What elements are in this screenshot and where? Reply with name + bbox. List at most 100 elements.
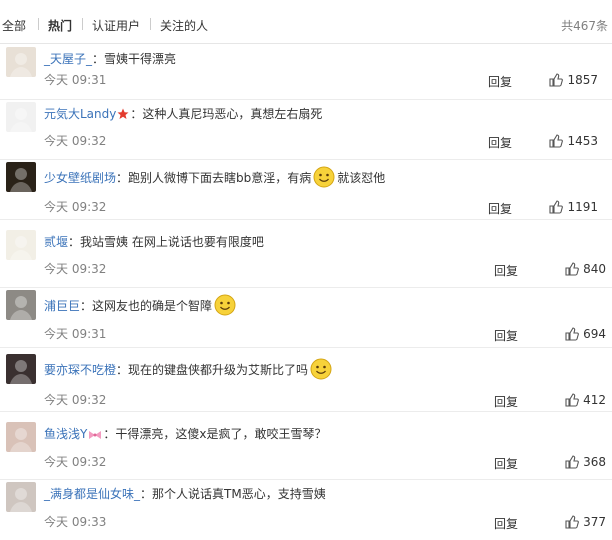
comment-timestamp: 今天 09:33 <box>44 515 107 529</box>
avatar[interactable] <box>6 230 36 260</box>
comment-text: 现在的键盘侠都升级为艾斯比了吗 <box>128 363 309 377</box>
like-button[interactable]: 412 <box>565 393 606 407</box>
comment-item: 要亦琛不吃橙：现在的键盘侠都升级为艾斯比了吗今天 09:32 回复 412 <box>0 352 612 412</box>
comment-timestamp: 今天 09:31 <box>44 73 107 87</box>
avatar[interactable] <box>6 422 36 452</box>
comment-timestamp: 今天 09:32 <box>44 262 107 276</box>
comment-separator: ： <box>116 363 129 377</box>
thumbs-up-icon <box>565 327 583 341</box>
comment-filter-bar: 全部 热门 认证用户 关注的人 共467条 <box>0 0 612 44</box>
like-button[interactable]: 1857 <box>549 73 598 87</box>
comment-username[interactable]: 要亦琛不吃橙 <box>44 363 116 377</box>
reply-button[interactable]: 回复 <box>494 262 518 279</box>
avatar[interactable] <box>6 102 36 132</box>
like-button[interactable]: 1191 <box>549 200 598 214</box>
comment-content: 贰堰：我站雪姨 在网上说话也要有限度吧 <box>44 234 264 250</box>
thumbs-up-icon <box>549 200 567 214</box>
reply-button[interactable]: 回复 <box>494 393 518 410</box>
comment-username[interactable]: 元気大Landy <box>44 107 116 121</box>
smile-emoji-icon <box>313 166 335 192</box>
thumbs-up-icon <box>565 262 583 276</box>
star-badge-icon <box>117 108 129 124</box>
filter-tab-verified[interactable]: 认证用户 <box>92 17 140 34</box>
like-count: 412 <box>583 393 606 407</box>
thumbs-up-icon <box>565 515 583 529</box>
filter-tab-following[interactable]: 关注的人 <box>160 17 208 34</box>
comment-separator: ： <box>130 107 143 121</box>
comment-text: 跑别人微博下面去瞎bb意淫，有病 <box>128 171 312 185</box>
comment-content: _天屋子_：雪姨干得漂亮 <box>44 51 176 67</box>
like-button[interactable]: 840 <box>565 262 606 276</box>
like-button[interactable]: 694 <box>565 327 606 341</box>
filter-divider <box>38 18 39 30</box>
comment-username[interactable]: _天屋子_ <box>44 52 92 66</box>
comment-content: _满身都是仙女味_：那个人说话真TM恶心，支持雪姨 <box>44 486 326 502</box>
comment-content: 少女壁纸剧场：跑别人微博下面去瞎bb意淫，有病 就该怼他 <box>44 166 385 192</box>
filter-divider <box>150 18 151 30</box>
filter-tab-hot[interactable]: 热门 <box>48 17 72 34</box>
filter-divider <box>82 18 83 30</box>
comment-item: 元気大Landy ：这种人真尼玛恶心，真想左右扇死今天 09:32 回复 1453 <box>0 100 612 160</box>
smile-emoji-icon <box>310 358 332 384</box>
thumbs-up-icon <box>549 134 567 148</box>
comment-timestamp: 今天 09:32 <box>44 393 107 407</box>
like-count: 1191 <box>567 200 598 214</box>
like-count: 694 <box>583 327 606 341</box>
filter-tab-all[interactable]: 全部 <box>2 17 26 34</box>
thumbs-up-icon <box>565 393 583 407</box>
comment-content: 要亦琛不吃橙：现在的键盘侠都升级为艾斯比了吗 <box>44 358 334 384</box>
avatar[interactable] <box>6 354 36 384</box>
comment-username[interactable]: 贰堰 <box>44 235 68 249</box>
comment-text: 这种人真尼玛恶心，真想左右扇死 <box>142 107 323 121</box>
like-button[interactable]: 368 <box>565 455 606 469</box>
comment-content: 元気大Landy ：这种人真尼玛恶心，真想左右扇死 <box>44 106 322 124</box>
comment-timestamp: 今天 09:31 <box>44 327 107 341</box>
reply-button[interactable]: 回复 <box>488 134 512 151</box>
like-button[interactable]: 377 <box>565 515 606 529</box>
comment-content: 浦巨巨：这网友也的确是个智障 <box>44 294 238 320</box>
reply-button[interactable]: 回复 <box>494 455 518 472</box>
avatar[interactable] <box>6 290 36 320</box>
comment-item: _天屋子_：雪姨干得漂亮 今天 09:31 回复 1857 <box>0 45 612 100</box>
avatar[interactable] <box>6 162 36 192</box>
comment-total-count: 共467条 <box>561 19 608 33</box>
comment-username[interactable]: 鱼浅浅Y <box>44 427 87 441</box>
reply-button[interactable]: 回复 <box>488 200 512 217</box>
comment-timestamp: 今天 09:32 <box>44 134 107 148</box>
comment-item: 少女壁纸剧场：跑别人微博下面去瞎bb意淫，有病 就该怼他今天 09:32 回复 119… <box>0 160 612 220</box>
thumbs-up-icon <box>565 455 583 469</box>
like-count: 368 <box>583 455 606 469</box>
comment-username[interactable]: 浦巨巨 <box>44 299 80 313</box>
comment-text: 雪姨干得漂亮 <box>104 52 177 66</box>
bow-badge-icon <box>88 428 102 444</box>
comment-text-continued: 就该怼他 <box>337 171 386 185</box>
like-button[interactable]: 1453 <box>549 134 598 148</box>
comment-text: 我站雪姨 在网上说话也要有限度吧 <box>80 235 264 249</box>
avatar[interactable] <box>6 47 36 77</box>
comment-item: 浦巨巨：这网友也的确是个智障今天 09:31 回复 694 <box>0 288 612 348</box>
like-count: 1857 <box>567 73 598 87</box>
comment-separator: ： <box>140 487 153 501</box>
reply-button[interactable]: 回复 <box>488 73 512 90</box>
comment-separator: ： <box>68 235 81 249</box>
comment-separator: ： <box>92 52 105 66</box>
comment-item: 贰堰：我站雪姨 在网上说话也要有限度吧 今天 09:32 回复 840 <box>0 228 612 288</box>
comment-item: _满身都是仙女味_：那个人说话真TM恶心，支持雪姨 今天 09:33 回复 377 <box>0 480 612 540</box>
comment-text: 那个人说话真TM恶心，支持雪姨 <box>152 487 326 501</box>
reply-button[interactable]: 回复 <box>494 327 518 344</box>
comment-username[interactable]: 少女壁纸剧场 <box>44 171 116 185</box>
reply-button[interactable]: 回复 <box>494 515 518 532</box>
comment-text: 干得漂亮，这傻x是疯了，敢咬王雪琴？ <box>115 427 327 441</box>
comment-timestamp: 今天 09:32 <box>44 200 107 214</box>
comment-timestamp: 今天 09:32 <box>44 455 107 469</box>
comment-separator: ： <box>103 427 116 441</box>
like-count: 840 <box>583 262 606 276</box>
avatar[interactable] <box>6 482 36 512</box>
comment-text: 这网友也的确是个智障 <box>92 299 213 313</box>
like-count: 1453 <box>567 134 598 148</box>
comment-separator: ： <box>116 171 129 185</box>
thumbs-up-icon <box>549 73 567 87</box>
comment-content: 鱼浅浅Y ：干得漂亮，这傻x是疯了，敢咬王雪琴？ <box>44 426 326 444</box>
comment-separator: ： <box>80 299 93 313</box>
comment-username[interactable]: _满身都是仙女味_ <box>44 487 140 501</box>
